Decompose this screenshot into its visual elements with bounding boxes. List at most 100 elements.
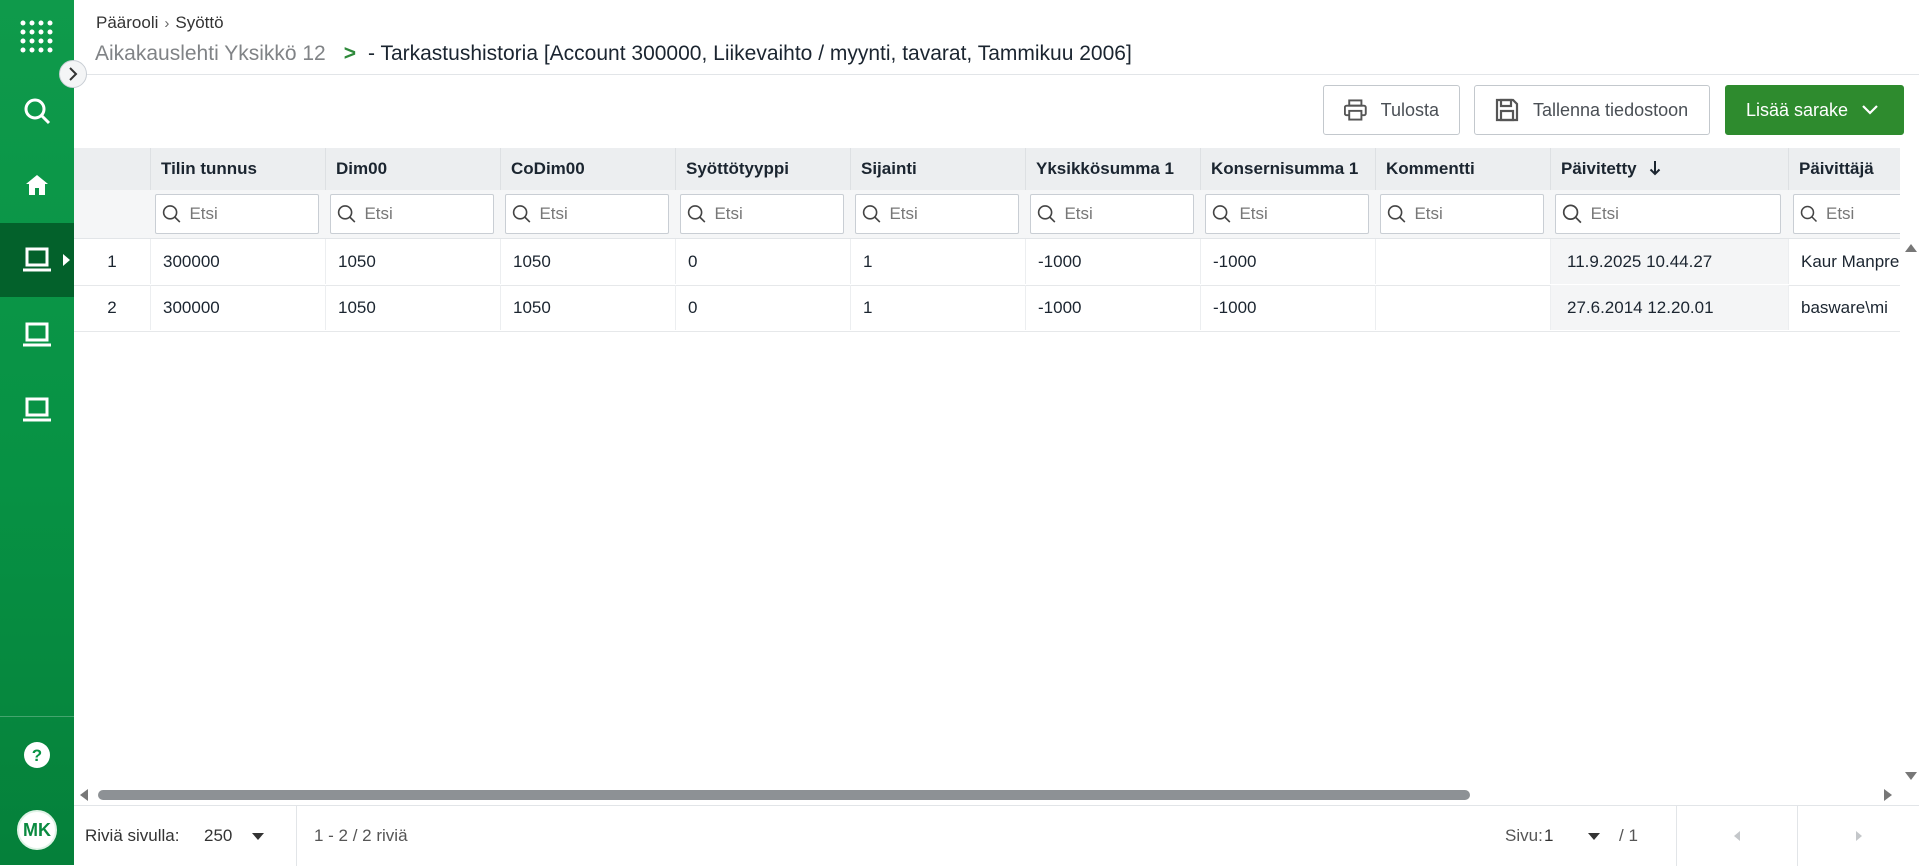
search-icon [162,205,181,223]
filter-codim00[interactable] [505,194,669,234]
page-title: Aikakauslehti Yksikkö 12 > - Tarkastushi… [95,42,1132,66]
breadcrumb-separator: › [164,14,170,32]
title-main: - Tarkastushistoria [Account 300000, Lii… [368,42,1132,65]
filter-updater-input[interactable] [1824,203,1900,225]
filter-location[interactable] [855,194,1019,234]
cell-comment [1375,239,1550,284]
column-header-updated[interactable]: Päivitetty [1550,148,1788,190]
page-select[interactable]: 1 [1544,806,1624,866]
search-icon [1212,205,1231,223]
breadcrumb-current[interactable]: Syöttö [175,13,223,33]
cell-location: 1 [850,285,1025,330]
cell-updater: basware\mi [1788,285,1900,330]
page-label: Sivu: [1505,826,1543,845]
cell-updated: 27.6.2014 12.20.01 [1550,285,1788,330]
cell-updater: Kaur Manpre [1788,239,1900,284]
column-header-group-sum[interactable]: Konsernisumma 1 [1200,148,1375,190]
cell-location: 1 [850,239,1025,284]
filter-group-sum[interactable] [1205,194,1369,234]
filter-account-id[interactable] [155,194,319,234]
search-icon [1800,205,1818,223]
column-header-dim00[interactable]: Dim00 [325,148,500,190]
cell-entry-type: 0 [675,239,850,284]
column-header-codim00[interactable]: CoDim00 [500,148,675,190]
collapse-sidebar-button[interactable] [59,60,87,88]
rows-per-page-label: Riviä sivulla: [85,826,180,845]
search-icon [1037,205,1056,223]
filter-unit-sum-input[interactable] [1062,203,1193,225]
column-header-unit-sum[interactable]: Yksikkösumma 1 [1025,148,1200,190]
question-icon[interactable]: ? [0,718,74,792]
cell-group-sum: -1000 [1200,285,1375,330]
cell-unit-sum: -1000 [1025,239,1200,284]
column-header-updater[interactable]: Päivittäjä [1788,148,1900,190]
search-icon [512,205,531,223]
filter-entry-type-input[interactable] [712,203,843,225]
home-icon[interactable] [0,148,74,222]
horizontal-scrollbar[interactable] [74,786,1900,804]
footer-divider [296,806,297,866]
column-header-location[interactable]: Sijainti [850,148,1025,190]
filter-dim00[interactable] [330,194,494,234]
save-label: Tallenna tiedostoon [1533,99,1689,120]
data-grid: Tilin tunnus Dim00 CoDim00 Syöttötyyppi … [74,148,1900,788]
filter-location-input[interactable] [887,203,1018,225]
scroll-up-icon[interactable] [1905,244,1917,252]
row-number: 2 [107,298,117,317]
cell-codim00: 1050 [500,239,675,284]
search-icon[interactable] [0,74,74,148]
laptop-icon[interactable] [0,298,74,372]
filter-comment-input[interactable] [1412,203,1543,225]
cell-codim00: 1050 [500,285,675,330]
search-icon [1562,204,1582,224]
rows-per-page-value: 250 [204,826,233,845]
search-icon [862,205,881,223]
scroll-left-icon[interactable] [80,789,88,801]
page-value: 1 [1544,826,1554,845]
page-total: / 1 [1619,826,1638,845]
filter-unit-sum[interactable] [1030,194,1194,234]
breadcrumb-root[interactable]: Päärooli [96,13,158,33]
laptop-icon[interactable] [0,373,74,447]
search-icon [1387,205,1406,223]
horizontal-scroll-thumb[interactable] [98,790,1470,800]
filter-comment[interactable] [1380,194,1544,234]
filter-updated-input[interactable] [1588,203,1780,225]
scroll-down-icon[interactable] [1905,772,1917,780]
filter-account-id-input[interactable] [187,203,318,225]
next-page-button[interactable] [1798,806,1919,866]
filter-codim00-input[interactable] [537,203,668,225]
active-indicator-icon [63,254,70,266]
filter-updater[interactable] [1793,194,1900,234]
vertical-scrollbar[interactable] [1902,240,1919,786]
title-parent-link[interactable]: Aikakauslehti Yksikkö 12 [95,42,326,66]
table-row[interactable]: 1 300000 1050 1050 0 1 -1000 -1000 11.9.… [74,239,1900,286]
svg-text:?: ? [32,746,42,765]
row-range-text: 1 - 2 / 2 riviä [314,826,408,845]
filter-updated[interactable] [1555,194,1781,234]
filter-group-sum-input[interactable] [1237,203,1368,225]
table-row[interactable]: 2 300000 1050 1050 0 1 -1000 -1000 27.6.… [74,285,1900,332]
breadcrumb: Päärooli › Syöttö [96,13,224,33]
print-label: Tulosta [1380,99,1439,120]
column-header-account-id[interactable]: Tilin tunnus [150,148,325,190]
column-header-entry-type[interactable]: Syöttötyyppi [675,148,850,190]
column-header-updated-label: Päivitetty [1561,159,1637,178]
avatar[interactable]: MK [17,810,57,850]
column-header-comment[interactable]: Kommentti [1375,148,1550,190]
filter-entry-type[interactable] [680,194,844,234]
sort-descending-icon[interactable] [1649,160,1661,176]
laptop-icon[interactable] [0,223,74,297]
add-column-button[interactable]: Lisää sarake [1725,85,1904,135]
filter-dim00-input[interactable] [362,203,493,225]
add-column-label: Lisää sarake [1746,99,1849,120]
scroll-right-icon[interactable] [1884,789,1892,801]
print-button[interactable]: Tulosta [1323,85,1460,135]
chevron-right-icon [1855,831,1862,841]
title-arrow: > [343,42,356,65]
previous-page-button[interactable] [1677,806,1797,866]
cell-account-id: 300000 [150,239,325,284]
cell-dim00: 1050 [325,239,500,284]
cell-comment [1375,285,1550,330]
save-to-file-button[interactable]: Tallenna tiedostoon [1474,85,1710,135]
